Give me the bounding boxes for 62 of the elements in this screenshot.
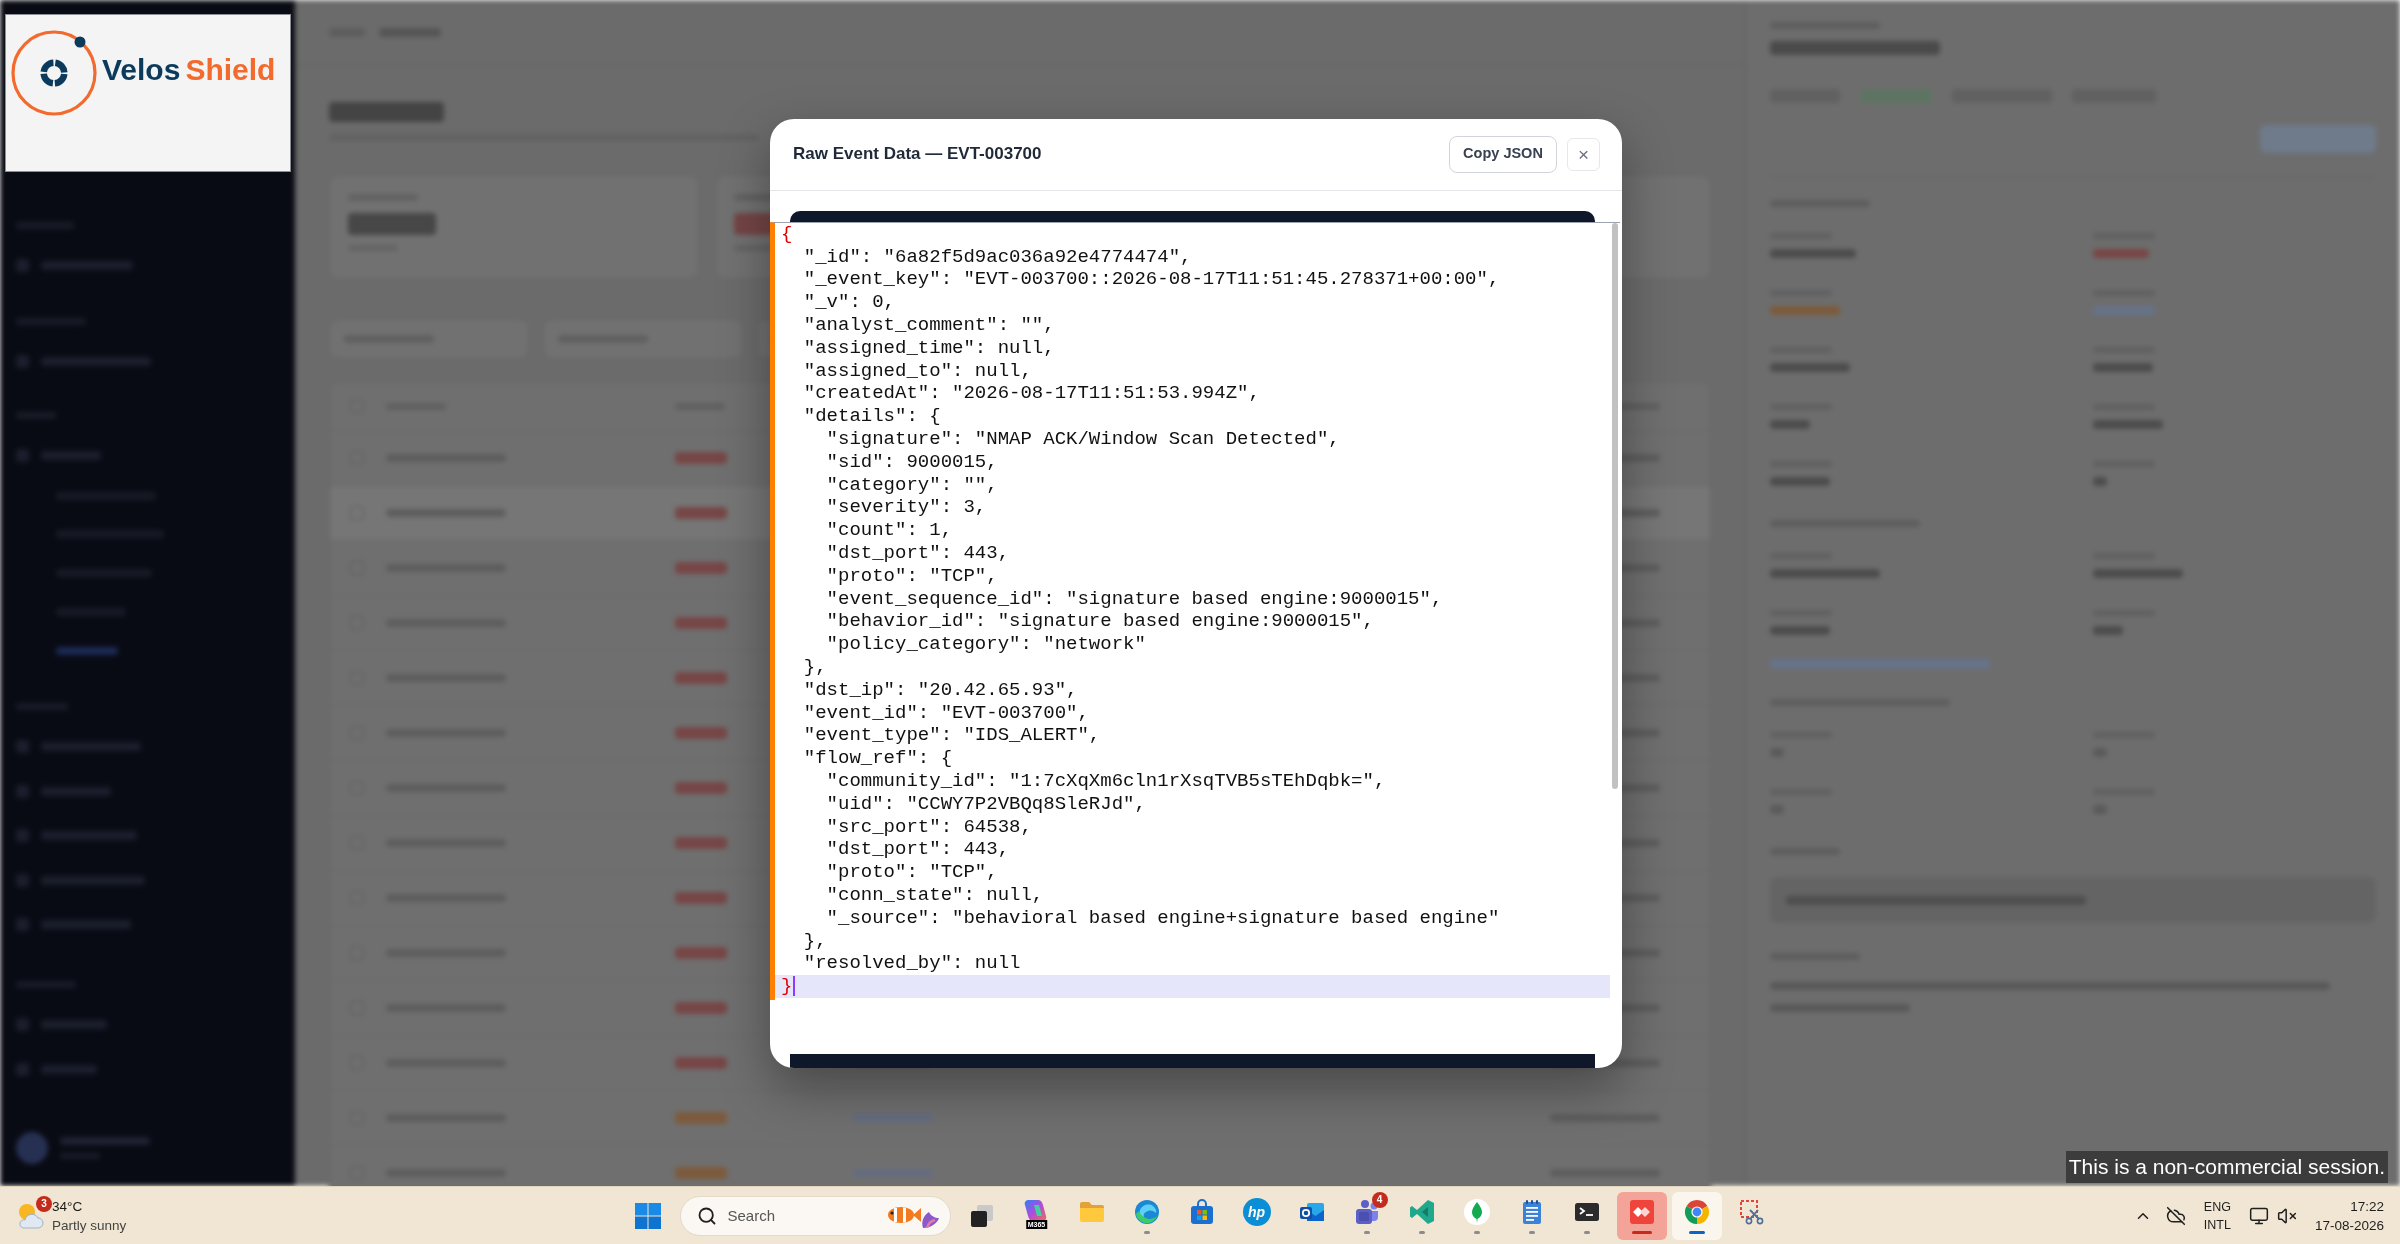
- code-line: "signature": "NMAP ACK/Window Scan Detected",: [825, 428, 1340, 451]
- code-line: "_event_key": "EVT-003700::2026-08-17T11:51:45.278371+00:00",: [802, 268, 1500, 291]
- code-line: "sid": 9000015,: [825, 450, 998, 473]
- search-field[interactable]: Search: [679, 1195, 951, 1236]
- code-line: "behavior_id": "signature based engine:9000015",: [825, 610, 1374, 633]
- notification-badge: 3: [36, 1195, 52, 1212]
- code-line: }: [781, 975, 793, 998]
- code-line: "policy_category": "network": [825, 633, 1146, 656]
- text-cursor-icon: [793, 976, 796, 997]
- code-line: "flow_ref": {: [802, 747, 953, 770]
- leaf-icon: [1462, 1197, 1491, 1226]
- code-line: "conn_state": null,: [825, 884, 1044, 906]
- diamonds-icon: [1627, 1197, 1656, 1226]
- scrollbar-thumb[interactable]: [1612, 222, 1618, 789]
- code-line: "_v": 0,: [802, 291, 896, 314]
- code-line: "src_port": 64538,: [825, 815, 1032, 838]
- search-icon: [696, 1205, 717, 1226]
- cloud-off-icon[interactable]: [2165, 1205, 2186, 1226]
- code-line: "severity": 3,: [825, 496, 987, 519]
- code-line: "dst_port": 443,: [825, 838, 1010, 861]
- logo-text: Velos: [102, 55, 181, 85]
- json-editor-field[interactable]: [770, 221, 1620, 1000]
- close-button[interactable]: ×: [1567, 137, 1600, 171]
- code-line: "category": "",: [825, 473, 998, 496]
- code-line: "event_id": "EVT-003700",: [802, 701, 1089, 724]
- code-line: "event_sequence_id": "signature based engine:9000015",: [825, 587, 1443, 610]
- session-notice: This is a non-commercial session.: [2065, 1151, 2388, 1183]
- code-line: "event_type": "IDS_ALERT",: [802, 724, 1101, 747]
- code-line: "uid": "CCWY7P2VBQq8SleRJd",: [825, 792, 1146, 815]
- logo-text: Shield: [185, 55, 276, 85]
- taskbar-app-button[interactable]: hp: [1231, 1191, 1282, 1240]
- monitor-icon[interactable]: [2248, 1205, 2269, 1226]
- modal-title: Raw Event Data — EVT-003700: [793, 143, 1042, 166]
- code-line: "createdAt": "2026-08-17T11:51:53.994Z",: [802, 382, 1260, 405]
- four-squares-icon: [633, 1201, 662, 1230]
- wave-globe-icon: [1132, 1197, 1161, 1226]
- code-line: "community_id": "1:7cXqXm6cln1rXsqTVB5sTEhDqbk=",: [825, 770, 1386, 792]
- code-line: "resolved_by": null: [802, 952, 1021, 975]
- code-line: "details": {: [802, 405, 941, 428]
- code-line: "_id": "6a82f5d9ac036a92e4774474",: [802, 245, 1192, 268]
- language-button[interactable]: ENG INTL: [2199, 1197, 2235, 1234]
- code-line: "proto": "TCP",: [825, 861, 998, 884]
- clock-button[interactable]: 17:22 17-08-2026: [2310, 1196, 2388, 1235]
- code-line: "assigned_time": null,: [802, 336, 1055, 359]
- code-line: "count": 1,: [825, 519, 953, 542]
- code-line: {: [781, 222, 793, 245]
- ribbon-icon: [1407, 1197, 1436, 1226]
- notification-badge: 4: [1371, 1191, 1388, 1208]
- code-line: "analyst_comment": "",: [802, 314, 1055, 337]
- code-line: "proto": "TCP",: [825, 564, 998, 587]
- copy-json-button[interactable]: Copy JSON: [1449, 135, 1557, 173]
- taskbar-app-button[interactable]: 4: [1341, 1191, 1392, 1240]
- code-line: "_source": "behavioral based engine+signature based engine": [825, 906, 1500, 929]
- tricolor-circle-icon: [1682, 1197, 1711, 1226]
- code-line: "assigned_to": null,: [802, 359, 1032, 382]
- code-line: },: [802, 656, 827, 679]
- code-line: "dst_ip": "20.42.65.93",: [802, 678, 1078, 701]
- code-line: "dst_port": 443,: [825, 542, 1010, 565]
- code-line: },: [802, 929, 827, 952]
- round-logo: hp: [1242, 1197, 1271, 1226]
- scissors-icon: [1737, 1197, 1766, 1226]
- weather-widget[interactable]: 3 34°C Partly sunny: [10, 1191, 131, 1240]
